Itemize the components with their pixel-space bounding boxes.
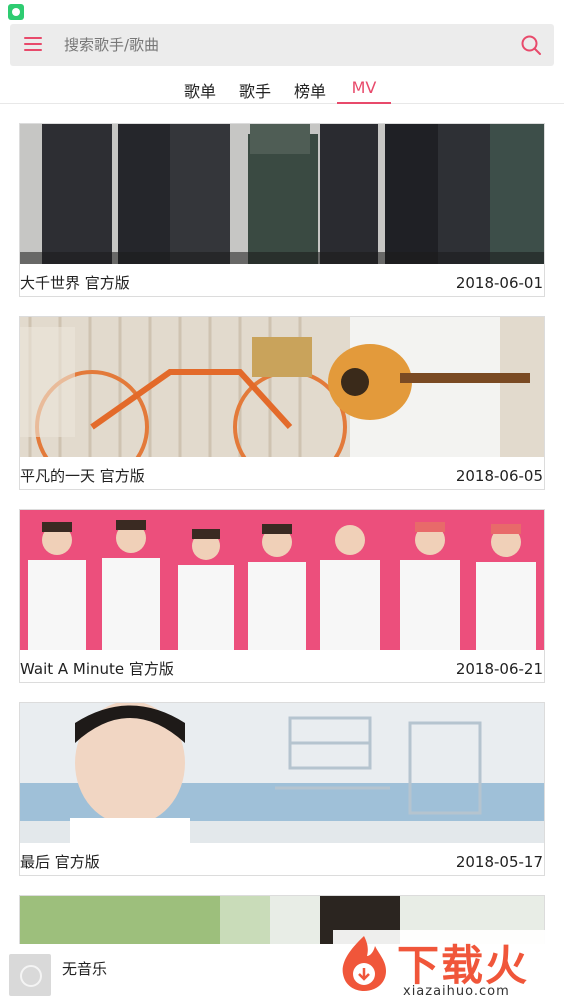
search-bar (10, 24, 554, 66)
mv-title: 大千世界 官方版 (20, 274, 130, 292)
watermark-url: xiazaihuo.com (403, 984, 510, 999)
mv-thumbnail (20, 510, 544, 650)
mv-thumbnail (20, 317, 544, 457)
mv-card[interactable]: 大千世界 官方版 2018-06-01 (19, 123, 545, 297)
tab-playlists[interactable]: 歌单 (182, 78, 218, 104)
mv-date: 2018-06-05 (455, 467, 543, 485)
mv-date: 2018-05-17 (455, 853, 543, 871)
search-icon[interactable] (520, 34, 542, 56)
status-bar (0, 0, 564, 22)
mv-thumbnail (20, 124, 544, 264)
app-status-icon (8, 4, 24, 20)
tab-singers[interactable]: 歌手 (237, 78, 273, 104)
mv-date: 2018-06-21 (455, 660, 543, 678)
search-input[interactable] (64, 31, 484, 59)
tab-mv[interactable]: MV (337, 78, 391, 104)
flame-logo-icon (342, 936, 386, 991)
mv-title: Wait A Minute 官方版 (20, 660, 174, 678)
mv-thumbnail (20, 703, 544, 843)
tab-charts[interactable]: 榜单 (292, 78, 328, 104)
watermark: 下载火 xiazaihuo.com (333, 930, 564, 1004)
menu-icon[interactable] (24, 37, 42, 52)
mv-card[interactable]: 平凡的一天 官方版 2018-06-05 (19, 316, 545, 490)
player-track-title: 无音乐 (62, 960, 108, 978)
music-disc-icon (9, 954, 51, 996)
mv-card[interactable]: Wait A Minute 官方版 2018-06-21 (19, 509, 545, 683)
mv-title: 平凡的一天 官方版 (20, 467, 145, 485)
tab-bar: 歌单 歌手 榜单 MV (0, 74, 564, 104)
mv-date: 2018-06-01 (455, 274, 543, 292)
mv-title: 最后 官方版 (20, 853, 100, 871)
mv-card[interactable]: 最后 官方版 2018-05-17 (19, 702, 545, 876)
